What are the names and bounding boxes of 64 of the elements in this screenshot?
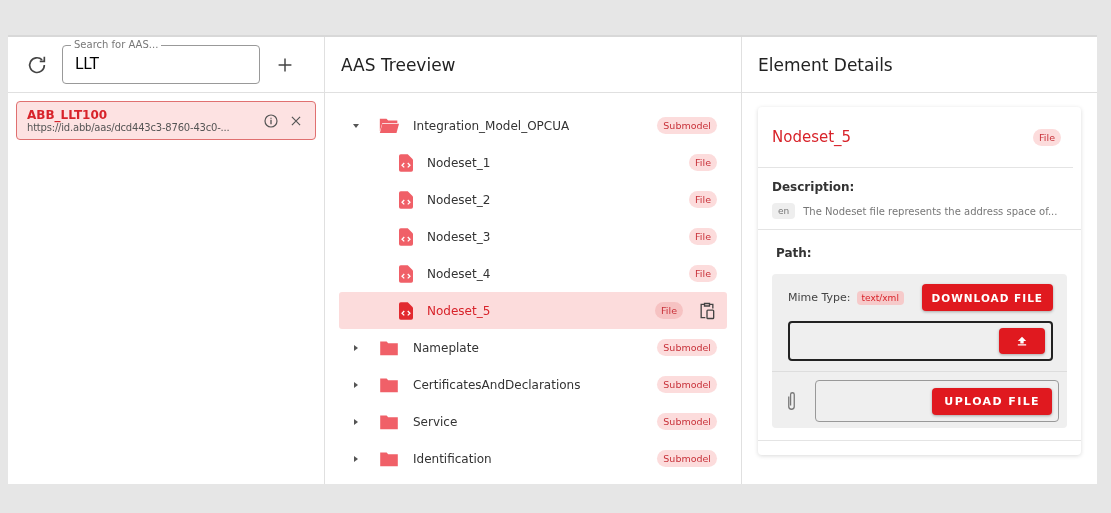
tree-item-label: Identification [413,451,493,466]
tree-item-label: Nodeset_1 [427,155,492,170]
type-tag: Submodel [657,117,717,134]
tree-item-label: CertificatesAndDeclarations [413,377,582,392]
type-tag: File [655,302,683,319]
tree-item-label: Nodeset_4 [427,266,492,281]
folder-icon [379,339,399,356]
tree-item-label: Integration_Model_OPCUA [413,118,571,133]
type-tag: Submodel [657,339,717,356]
tree-item-label: Nodeset_3 [427,229,492,244]
aas-name: ABB_LLT100 [27,108,108,122]
panel-title: Element Details [758,54,893,75]
description-label: Description: [772,180,856,194]
folder-icon [379,413,399,430]
path-label: Path: [775,246,813,260]
code-file-icon [399,227,413,246]
tree-item-label: Nodeset_2 [427,192,492,207]
tree-item[interactable]: Service Submodel [339,403,727,440]
code-file-icon [399,153,413,172]
search-field[interactable]: Search for AAS... LLT [62,39,260,84]
open-folder-icon [379,117,399,134]
code-file-icon [399,301,413,320]
language-tag: en [772,203,796,219]
tree-item[interactable]: Nodeset_2 File [339,181,727,218]
type-tag: Submodel [657,450,717,467]
aas-list-item[interactable]: ABB_LLT100 https://id.abb/aas/dcd443c3-8760-43c0-... [16,101,316,140]
tree-item-label: Service [413,414,459,429]
element-name: Nodeset_5 [772,128,852,146]
tree-item[interactable]: Nodeset_5 File [339,292,727,329]
tree-item[interactable]: Nodeset_1 File [339,144,727,181]
type-tag: File [689,154,717,171]
code-file-icon [399,190,413,209]
description-text: The Nodeset file represents the address space of... [803,205,1058,217]
tree-item[interactable]: Integration_Model_OPCUA Submodel [339,107,727,144]
aas-id: https://id.abb/aas/dcd443c3-8760-43c0-... [27,122,231,133]
type-tag: File [689,228,717,245]
path-field[interactable] [788,321,1053,361]
folder-icon [379,376,399,393]
tree-item[interactable]: Nodeset_3 File [339,218,727,255]
type-tag: File [689,265,717,282]
download-button[interactable]: DOWNLOAD FILE [921,284,1053,311]
folder-icon [379,450,399,467]
panel-title: AAS Treeview [341,54,456,75]
tree-item[interactable]: CertificatesAndDeclarations Submodel [339,366,727,403]
type-tag: Submodel [657,413,717,430]
paperclip-icon[interactable] [786,390,797,412]
search-input[interactable]: LLT [63,51,259,77]
type-tag: File [1033,128,1061,146]
search-label: Search for AAS... [73,39,160,51]
type-tag: File [689,191,717,208]
file-input-field[interactable]: UPLOAD FILE [815,380,1059,422]
info-icon[interactable] [263,112,279,129]
tree-item[interactable]: Nameplate Submodel [339,329,727,366]
upload-icon [1017,336,1027,346]
mime-type-label: Mime Type: [788,291,851,304]
upload-button[interactable]: UPLOAD FILE [932,387,1052,415]
tree-item-label: Nameplate [413,340,480,355]
code-file-icon [399,264,413,283]
upload-icon-button[interactable] [999,328,1045,354]
tree-item[interactable]: Nodeset_4 File [339,255,727,292]
tree-item[interactable]: Identification Submodel [339,440,727,477]
type-tag: Submodel [657,376,717,393]
tree-item-label: Nodeset_5 [427,303,492,318]
mime-type-tag: text/xml [856,290,904,305]
